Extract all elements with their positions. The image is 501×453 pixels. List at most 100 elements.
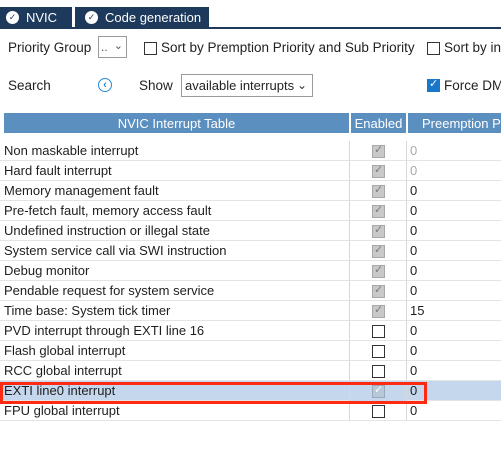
interrupt-name: Debug monitor [4,263,90,278]
priority-group-value: .. [101,40,108,54]
enabled-checkbox[interactable]: ✓ [372,264,385,278]
preemption-value[interactable]: 0 [410,283,417,298]
table-row[interactable]: Pendable request for system service ✓ 0 [0,281,501,301]
search-label: Search [8,78,51,93]
sort-premption-label: Sort by Premption Priority and Sub Prior… [161,40,415,55]
enabled-checkbox[interactable]: ✓ [372,164,385,178]
preemption-value[interactable]: 0 [410,323,417,338]
force-dma-label: Force DM [444,78,501,93]
check-icon: ✓ [374,224,384,236]
preemption-value[interactable]: 0 [410,263,417,278]
interrupt-name: Pendable request for system service [4,283,215,298]
interrupt-name: Time base: System tick timer [4,303,171,318]
interrupt-name: Flash global interrupt [4,343,126,358]
interrupt-name: Undefined instruction or illegal state [4,223,210,238]
enabled-checkbox[interactable]: ✓ [372,284,385,298]
check-icon: ✓ [374,184,384,196]
show-label: Show [139,78,173,93]
enabled-cell: ✓ [349,301,407,321]
sort-premption-checkbox[interactable] [144,42,157,55]
interrupt-name: Hard fault interrupt [4,163,112,178]
check-icon: ✓ [374,244,384,256]
tab-underline [0,27,501,29]
table-row[interactable]: RCC global interrupt 0 [0,361,501,381]
table-row[interactable]: PVD interrupt through EXTI line 16 0 [0,321,501,341]
preemption-value[interactable]: 15 [410,303,424,318]
table-header: NVIC Interrupt Table Enabled Preemption … [0,113,501,133]
interrupt-name: PVD interrupt through EXTI line 16 [4,323,205,338]
tab-nvic[interactable]: ✓ NVIC [0,7,72,27]
priority-group-label: Priority Group [8,40,92,55]
chevron-down-icon: ⌄ [296,78,307,92]
column-header-enabled[interactable]: Enabled [351,113,406,133]
enabled-checkbox[interactable]: ✓ [372,224,385,238]
table-row[interactable]: Non maskable interrupt ✓ 0 [0,141,501,161]
interrupt-name: RCC global interrupt [4,363,122,378]
enabled-checkbox[interactable]: ✓ [372,244,385,258]
interrupt-name: FPU global interrupt [4,403,120,418]
preemption-value[interactable]: 0 [410,403,417,418]
enabled-cell: ✓ [349,241,407,261]
enabled-cell [349,401,407,421]
force-dma-checkbox[interactable]: ✓ [427,78,440,92]
table-row[interactable]: Undefined instruction or illegal state ✓ 0 [0,221,501,241]
check-icon: ✓ [374,304,384,316]
column-header-preemption[interactable]: Preemption P [408,113,501,133]
selection-highlight [0,382,427,404]
enabled-checkbox[interactable]: ✓ [372,144,385,158]
table-row[interactable]: Hard fault interrupt ✓ 0 [0,161,501,181]
sort-interrupts-checkbox[interactable] [427,42,440,55]
enabled-cell: ✓ [349,281,407,301]
check-icon: ✓ [374,204,384,216]
check-icon: ✓ [374,284,384,296]
interrupt-name: System service call via SWI instruction [4,243,227,258]
enabled-cell: ✓ [349,201,407,221]
table-row[interactable]: Flash global interrupt 0 [0,341,501,361]
preemption-value[interactable]: 0 [410,203,417,218]
check-icon: ✓ [374,144,384,156]
table-row[interactable]: Pre-fetch fault, memory access fault ✓ 0 [0,201,501,221]
enabled-checkbox[interactable] [372,405,385,418]
check-icon: ✓ [429,78,439,90]
tab-code-generation-label: Code generation [105,9,202,25]
enabled-checkbox[interactable]: ✓ [372,184,385,198]
enabled-cell: ✓ [349,141,407,161]
check-circle-icon: ✓ [6,10,19,24]
sort-interrupts-label: Sort by int [444,40,501,55]
tab-bar: ✓ NVIC ✓ Code generation [0,0,501,29]
enabled-checkbox[interactable] [372,345,385,358]
enabled-cell: ✓ [349,161,407,181]
column-header-interrupt[interactable]: NVIC Interrupt Table [4,113,349,133]
enabled-cell: ✓ [349,181,407,201]
preemption-value[interactable]: 0 [410,223,417,238]
table-row[interactable]: FPU global interrupt 0 [0,401,501,421]
enabled-cell [349,341,407,361]
enabled-checkbox[interactable]: ✓ [372,204,385,218]
interrupt-name: Pre-fetch fault, memory access fault [4,203,212,218]
preemption-value[interactable]: 0 [410,163,417,178]
enabled-checkbox[interactable] [372,325,385,338]
table-row[interactable]: System service call via SWI instruction ✓… [0,241,501,261]
preemption-value[interactable]: 0 [410,363,417,378]
show-select[interactable]: available interrupts ⌄ [181,74,313,97]
enabled-cell: ✓ [349,261,407,281]
table-row[interactable]: Memory management fault ✓ 0 [0,181,501,201]
priority-group-select[interactable]: .. ⌄ [98,36,127,58]
check-icon: ✓ [374,264,384,276]
enabled-cell [349,321,407,341]
interrupt-name: Memory management fault [4,183,159,198]
table-row[interactable]: Time base: System tick timer ✓ 15 [0,301,501,321]
table-row[interactable]: Debug monitor ✓ 0 [0,261,501,281]
enabled-checkbox[interactable]: ✓ [372,304,385,318]
enabled-cell: ✓ [349,221,407,241]
preemption-value[interactable]: 0 [410,243,417,258]
preemption-value[interactable]: 0 [410,143,417,158]
preemption-value[interactable]: 0 [410,183,417,198]
enabled-checkbox[interactable] [372,365,385,378]
table-body: Non maskable interrupt ✓ 0 Hard fault inter… [0,141,501,421]
chevron-down-icon: ⌄ [113,40,123,52]
preemption-value[interactable]: 0 [410,343,417,358]
tab-code-generation[interactable]: ✓ Code generation [75,7,209,27]
enabled-cell [349,361,407,381]
search-back-icon[interactable]: ‹ [98,78,112,92]
